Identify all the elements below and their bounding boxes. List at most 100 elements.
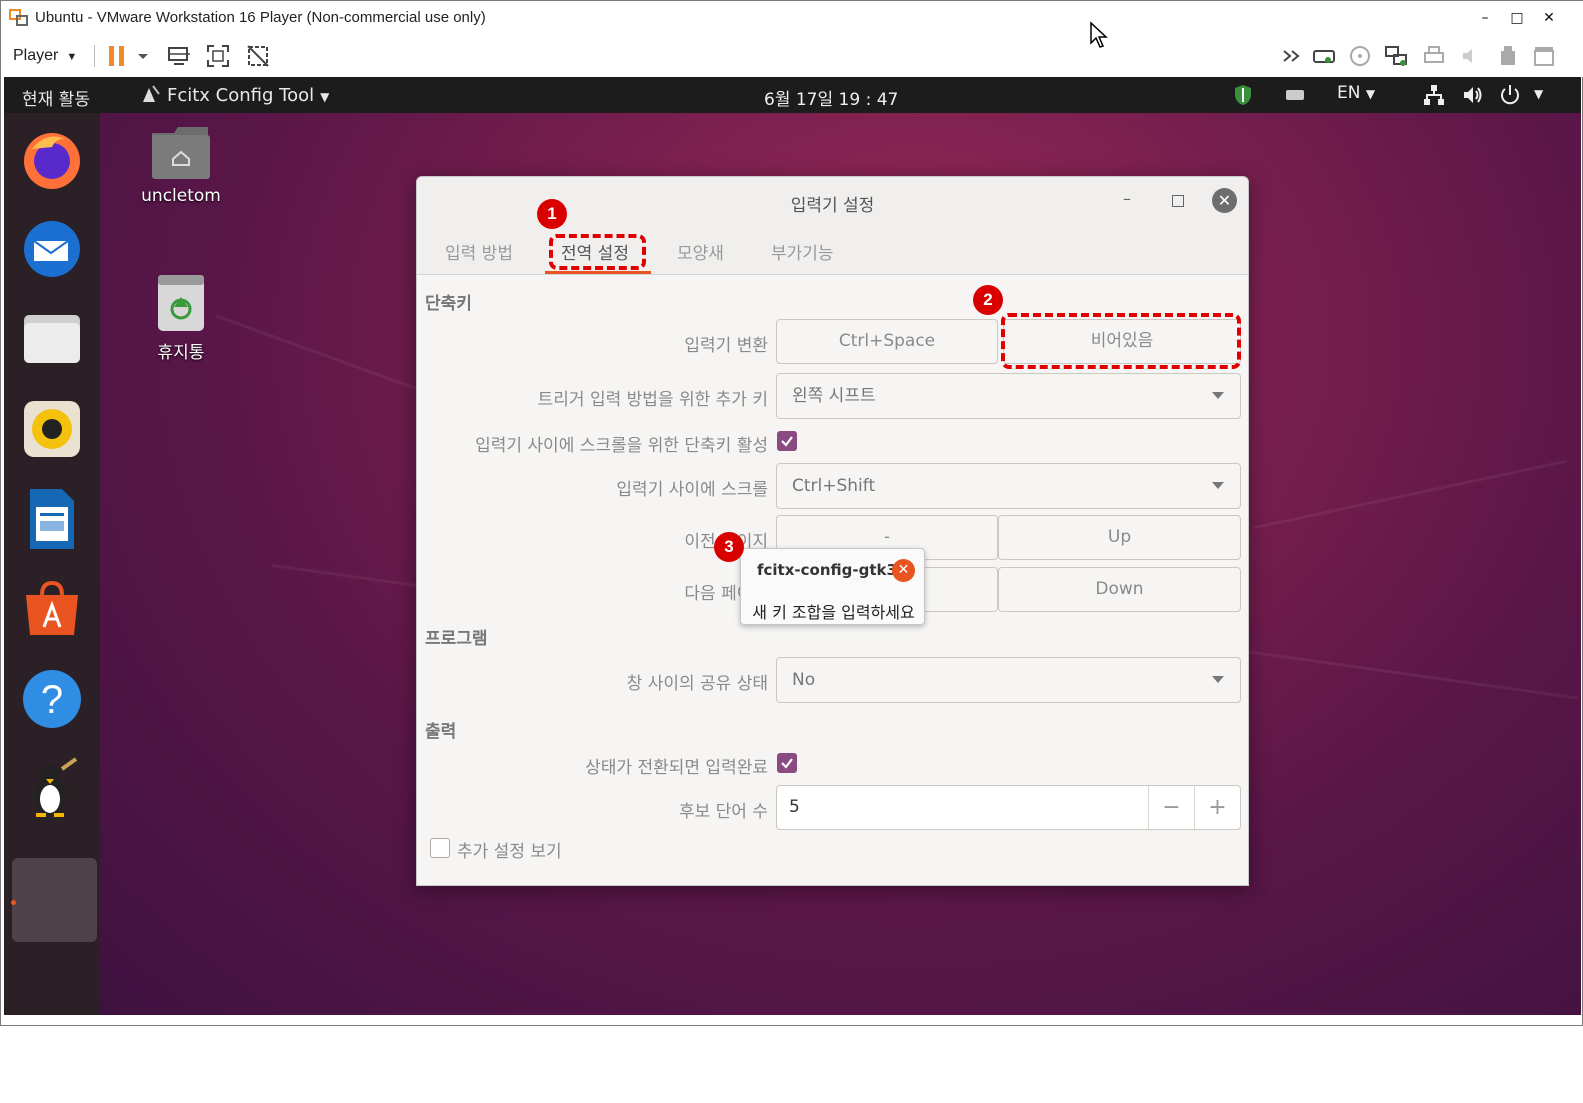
chevron-down-icon: ▼ <box>1365 87 1376 101</box>
trash-desktop-icon[interactable]: 휴지통 <box>136 273 226 363</box>
full-screen-icon[interactable] <box>205 43 231 69</box>
ubuntu-top-bar: 현재 활동 Fcitx Config Tool ▼ 6월 17일 19 : 47 … <box>4 77 1581 113</box>
cd-dvd-icon[interactable] <box>1347 43 1373 69</box>
clock[interactable]: 6월 17일 19 : 47 <box>764 85 898 110</box>
prev-page-key2-button[interactable]: Up <box>998 515 1241 560</box>
ubuntu-dock: ? <box>4 113 100 1102</box>
tab-input-method[interactable]: 입력 방법 <box>445 239 513 264</box>
network-adapter-icon[interactable] <box>1383 43 1409 69</box>
share-state-value: No <box>792 670 816 690</box>
grid-dot <box>66 1076 75 1085</box>
chevron-down-icon <box>1212 482 1224 489</box>
toolbar-divider <box>94 45 95 67</box>
send-ctrl-alt-del-icon[interactable] <box>166 43 192 69</box>
volume-icon[interactable] <box>1461 83 1485 107</box>
pause-icon[interactable] <box>105 43 131 69</box>
dock-active-highlight <box>12 858 97 942</box>
close-button[interactable]: ✕ <box>1533 5 1565 31</box>
hard-disk-icon[interactable] <box>1311 43 1337 69</box>
toggle-im-key1-button[interactable]: Ctrl+Space <box>776 319 998 364</box>
dialog-maximize-button[interactable] <box>1172 195 1184 207</box>
activities-button[interactable]: 현재 활동 <box>22 85 90 110</box>
vmware-logo-icon <box>9 9 28 26</box>
chevron-down-icon: ▼ <box>66 51 78 63</box>
fcitx-config-icon[interactable] <box>18 755 86 823</box>
dialog-minimize-button[interactable]: – <box>1123 189 1131 208</box>
wallpaper-ray <box>1253 459 1567 530</box>
next-page-key2-button[interactable]: Down <box>998 567 1241 612</box>
more-devices-icon[interactable] <box>1279 43 1305 69</box>
candidate-count-value[interactable]: 5 <box>789 797 800 817</box>
software-center-icon[interactable] <box>18 575 86 643</box>
grid-dot <box>49 1076 58 1085</box>
input-language-indicator[interactable]: EN ▼ <box>1337 83 1375 107</box>
dialog-close-button[interactable]: ✕ <box>1212 188 1237 213</box>
annotation-badge-1: 1 <box>537 199 567 229</box>
unity-mode-icon[interactable] <box>245 43 271 69</box>
annotation-badge-3: 3 <box>714 532 744 562</box>
input-method-settings-dialog: 입력기 설정 – ✕ 입력 방법 전역 설정 모양새 부가기능 단축키 입력기 … <box>416 176 1249 886</box>
active-tab-indicator <box>545 271 651 274</box>
grid-dot <box>32 1076 41 1085</box>
increment-button[interactable]: + <box>1194 786 1240 829</box>
libreoffice-writer-icon[interactable] <box>18 485 86 553</box>
message-log-icon[interactable] <box>1531 43 1557 69</box>
section-shortcuts: 단축키 <box>425 294 472 314</box>
home-folder-desktop-icon[interactable]: uncletom <box>136 123 226 206</box>
running-indicator <box>11 900 16 905</box>
pause-options-caret-icon[interactable] <box>135 43 151 69</box>
vmware-window: Ubuntu - VMware Workstation 16 Player (N… <box>0 0 1583 1102</box>
show-advanced-label: 추가 설정 보기 <box>457 842 562 862</box>
share-state-label: 창 사이의 공유 상태 <box>626 674 768 694</box>
system-menu-chevron-icon[interactable]: ▼ <box>1534 87 1543 111</box>
app-menu-label: Fcitx Config Tool <box>167 85 315 106</box>
wallpaper-ray <box>1241 649 1579 700</box>
show-applications-button[interactable] <box>32 1059 76 1103</box>
show-advanced-checkbox[interactable] <box>430 838 450 858</box>
keyboard-icon[interactable] <box>1284 83 1306 107</box>
grid-dot <box>66 1059 75 1068</box>
share-state-combo[interactable]: No <box>776 657 1241 703</box>
candidate-count-label: 후보 단어 수 <box>678 802 768 822</box>
player-menu-button[interactable]: Player ▼ <box>13 43 77 69</box>
home-folder-icon <box>152 127 210 179</box>
vmware-title-bar: Ubuntu - VMware Workstation 16 Player (N… <box>1 1 1583 35</box>
vmware-title: Ubuntu - VMware Workstation 16 Player (N… <box>35 9 486 26</box>
grid-dot <box>32 1093 41 1102</box>
sound-card-icon[interactable] <box>1457 43 1483 69</box>
trash-label: 휴지통 <box>157 343 205 363</box>
chevron-down-icon <box>1212 676 1224 683</box>
section-output: 출력 <box>425 722 457 742</box>
decrement-button[interactable]: − <box>1148 786 1194 829</box>
trigger-extra-key-combo[interactable]: 왼쪽 시프트 <box>776 373 1241 419</box>
minimize-button[interactable]: – <box>1469 5 1501 31</box>
trash-icon <box>158 275 204 331</box>
shield-icon[interactable] <box>1232 83 1254 107</box>
enable-scroll-label: 입력기 사이에 스크롤을 위한 단축키 활성 <box>475 436 768 456</box>
maximize-button[interactable]: □ <box>1501 5 1533 31</box>
section-program: 프로그램 <box>425 629 488 649</box>
popup-close-button[interactable]: ✕ <box>892 559 915 582</box>
candidate-count-spinner[interactable]: 5 − + <box>776 785 1241 830</box>
popup-message: 새 키 조합을 입력하세요 <box>752 603 915 622</box>
help-icon[interactable]: ? <box>18 665 86 733</box>
thunderbird-icon[interactable] <box>18 215 86 283</box>
rhythmbox-icon[interactable] <box>18 395 86 463</box>
power-icon[interactable] <box>1498 83 1522 107</box>
enable-scroll-checkbox[interactable] <box>777 431 797 451</box>
printer-icon[interactable] <box>1421 43 1447 69</box>
dialog-header: 입력기 설정 – ✕ 입력 방법 전역 설정 모양새 부가기능 <box>417 177 1248 275</box>
scroll-between-combo[interactable]: Ctrl+Shift <box>776 463 1241 509</box>
usb-device-icon[interactable] <box>1495 43 1521 69</box>
app-menu-button[interactable]: Fcitx Config Tool ▼ <box>139 84 329 106</box>
firefox-icon[interactable] <box>18 125 86 193</box>
check-icon <box>781 436 793 447</box>
commit-on-switch-checkbox[interactable] <box>777 753 797 773</box>
tab-appearance[interactable]: 모양새 <box>677 239 724 264</box>
network-icon[interactable] <box>1422 83 1446 107</box>
trigger-extra-key-label: 트리거 입력 방법을 위한 추가 키 <box>537 390 768 410</box>
grid-dot <box>49 1093 58 1102</box>
files-icon[interactable] <box>18 305 86 373</box>
annotation-highlight-global-tab <box>549 234 646 270</box>
tab-addons[interactable]: 부가기능 <box>771 239 834 264</box>
